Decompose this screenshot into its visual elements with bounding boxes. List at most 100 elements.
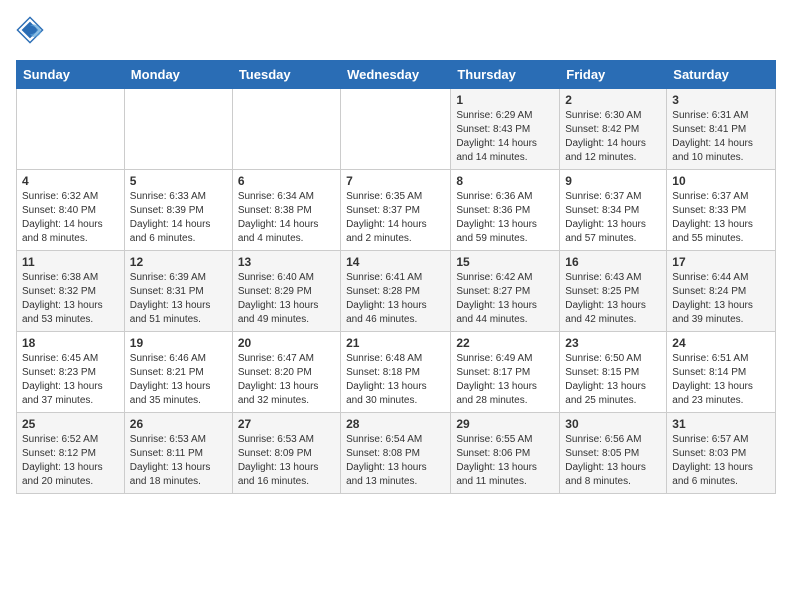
- day-info: Sunrise: 6:51 AMSunset: 8:14 PMDaylight:…: [672, 352, 770, 408]
- calendar-cell: [232, 89, 340, 170]
- day-number: 2: [565, 93, 661, 107]
- page-header: [16, 16, 776, 44]
- day-info: Sunrise: 6:41 AMSunset: 8:28 PMDaylight:…: [346, 271, 445, 327]
- calendar-cell: 21 Sunrise: 6:48 AMSunset: 8:18 PMDayligh…: [341, 332, 451, 413]
- day-number: 28: [346, 417, 445, 431]
- day-info: Sunrise: 6:52 AMSunset: 8:12 PMDaylight:…: [22, 433, 119, 489]
- calendar-cell: 12 Sunrise: 6:39 AMSunset: 8:31 PMDayligh…: [124, 251, 232, 332]
- logo: [16, 16, 48, 44]
- day-info: Sunrise: 6:44 AMSunset: 8:24 PMDaylight:…: [672, 271, 770, 327]
- day-number: 3: [672, 93, 770, 107]
- day-number: 19: [130, 336, 227, 350]
- calendar-cell: 20Sunrise: 6:47 AMSunset: 8:20 PMDayligh…: [232, 332, 340, 413]
- day-info: Sunrise: 6:40 AMSunset: 8:29 PMDaylight:…: [238, 271, 335, 327]
- day-info: Sunrise: 6:54 AMSunset: 8:08 PMDaylight:…: [346, 433, 445, 489]
- day-number: 22: [456, 336, 554, 350]
- day-info: Sunrise: 6:42 AMSunset: 8:27 PMDaylight:…: [456, 271, 554, 327]
- day-number: 4: [22, 174, 119, 188]
- day-number: 5: [130, 174, 227, 188]
- day-info: Sunrise: 6:29 AMSunset: 8:43 PMDaylight:…: [456, 109, 554, 165]
- day-info: Sunrise: 6:36 AMSunset: 8:36 PMDaylight:…: [456, 190, 554, 246]
- day-info: Sunrise: 6:48 AMSunset: 8:18 PMDaylight:…: [346, 352, 445, 408]
- day-number: 30: [565, 417, 661, 431]
- day-number: 13: [238, 255, 335, 269]
- logo-icon: [16, 16, 44, 44]
- day-info: Sunrise: 6:45 AMSunset: 8:23 PMDaylight:…: [22, 352, 119, 408]
- day-info: Sunrise: 6:33 AMSunset: 8:39 PMDaylight:…: [130, 190, 227, 246]
- day-number: 7: [346, 174, 445, 188]
- day-number: 10: [672, 174, 770, 188]
- calendar-cell: 10 Sunrise: 6:37 AMSunset: 8:33 PMDayligh…: [667, 170, 776, 251]
- day-number: 26: [130, 417, 227, 431]
- weekday-header-sunday: Sunday: [17, 61, 125, 89]
- day-info: Sunrise: 6:32 AMSunset: 8:40 PMDaylight:…: [22, 190, 119, 246]
- day-number: 1: [456, 93, 554, 107]
- day-number: 25: [22, 417, 119, 431]
- weekday-header-saturday: Saturday: [667, 61, 776, 89]
- calendar-cell: 17 Sunrise: 6:44 AMSunset: 8:24 PMDayligh…: [667, 251, 776, 332]
- calendar-cell: 28 Sunrise: 6:54 AMSunset: 8:08 PMDayligh…: [341, 413, 451, 494]
- calendar-cell: 8 Sunrise: 6:36 AMSunset: 8:36 PMDaylight…: [451, 170, 560, 251]
- day-info: Sunrise: 6:37 AMSunset: 8:34 PMDaylight:…: [565, 190, 661, 246]
- day-number: 8: [456, 174, 554, 188]
- calendar-cell: 9 Sunrise: 6:37 AMSunset: 8:34 PMDaylight…: [560, 170, 667, 251]
- calendar-cell: 30 Sunrise: 6:56 AMSunset: 8:05 PMDayligh…: [560, 413, 667, 494]
- day-info: Sunrise: 6:46 AMSunset: 8:21 PMDaylight:…: [130, 352, 227, 408]
- day-number: 21: [346, 336, 445, 350]
- day-number: 29: [456, 417, 554, 431]
- day-info: Sunrise: 6:35 AMSunset: 8:37 PMDaylight:…: [346, 190, 445, 246]
- weekday-header-thursday: Thursday: [451, 61, 560, 89]
- day-info: Sunrise: 6:43 AMSunset: 8:25 PMDaylight:…: [565, 271, 661, 327]
- calendar-cell: 14 Sunrise: 6:41 AMSunset: 8:28 PMDayligh…: [341, 251, 451, 332]
- calendar-cell: 3Sunrise: 6:31 AMSunset: 8:41 PMDaylight…: [667, 89, 776, 170]
- weekday-header-tuesday: Tuesday: [232, 61, 340, 89]
- calendar-cell: 11 Sunrise: 6:38 AMSunset: 8:32 PMDayligh…: [17, 251, 125, 332]
- day-info: Sunrise: 6:56 AMSunset: 8:05 PMDaylight:…: [565, 433, 661, 489]
- day-number: 11: [22, 255, 119, 269]
- calendar-cell: 26Sunrise: 6:53 AMSunset: 8:11 PMDayligh…: [124, 413, 232, 494]
- calendar-cell: 23Sunrise: 6:50 AMSunset: 8:15 PMDayligh…: [560, 332, 667, 413]
- day-info: Sunrise: 6:30 AMSunset: 8:42 PMDaylight:…: [565, 109, 661, 165]
- day-number: 16: [565, 255, 661, 269]
- day-number: 18: [22, 336, 119, 350]
- day-info: Sunrise: 6:57 AMSunset: 8:03 PMDaylight:…: [672, 433, 770, 489]
- calendar-cell: 22 Sunrise: 6:49 AMSunset: 8:17 PMDayligh…: [451, 332, 560, 413]
- day-number: 14: [346, 255, 445, 269]
- calendar-cell: 13 Sunrise: 6:40 AMSunset: 8:29 PMDayligh…: [232, 251, 340, 332]
- day-number: 17: [672, 255, 770, 269]
- day-info: Sunrise: 6:47 AMSunset: 8:20 PMDaylight:…: [238, 352, 335, 408]
- calendar-week-row: 25 Sunrise: 6:52 AMSunset: 8:12 PMDayligh…: [17, 413, 776, 494]
- day-number: 27: [238, 417, 335, 431]
- calendar-cell: 1 Sunrise: 6:29 AMSunset: 8:43 PMDaylight…: [451, 89, 560, 170]
- calendar-cell: 31 Sunrise: 6:57 AMSunset: 8:03 PMDayligh…: [667, 413, 776, 494]
- day-number: 31: [672, 417, 770, 431]
- calendar-cell: 6Sunrise: 6:34 AMSunset: 8:38 PMDaylight…: [232, 170, 340, 251]
- calendar-cell: [17, 89, 125, 170]
- day-info: Sunrise: 6:49 AMSunset: 8:17 PMDaylight:…: [456, 352, 554, 408]
- day-info: Sunrise: 6:39 AMSunset: 8:31 PMDaylight:…: [130, 271, 227, 327]
- calendar-cell: [341, 89, 451, 170]
- day-info: Sunrise: 6:55 AMSunset: 8:06 PMDaylight:…: [456, 433, 554, 489]
- calendar-cell: 27 Sunrise: 6:53 AMSunset: 8:09 PMDayligh…: [232, 413, 340, 494]
- calendar-cell: 19 Sunrise: 6:46 AMSunset: 8:21 PMDayligh…: [124, 332, 232, 413]
- calendar-cell: 18 Sunrise: 6:45 AMSunset: 8:23 PMDayligh…: [17, 332, 125, 413]
- calendar-cell: 7 Sunrise: 6:35 AMSunset: 8:37 PMDaylight…: [341, 170, 451, 251]
- calendar-cell: 15 Sunrise: 6:42 AMSunset: 8:27 PMDayligh…: [451, 251, 560, 332]
- day-number: 15: [456, 255, 554, 269]
- weekday-header-row: SundayMondayTuesdayWednesdayThursdayFrid…: [17, 61, 776, 89]
- calendar-cell: 5 Sunrise: 6:33 AMSunset: 8:39 PMDaylight…: [124, 170, 232, 251]
- calendar-cell: 2 Sunrise: 6:30 AMSunset: 8:42 PMDaylight…: [560, 89, 667, 170]
- day-info: Sunrise: 6:38 AMSunset: 8:32 PMDaylight:…: [22, 271, 119, 327]
- day-number: 9: [565, 174, 661, 188]
- calendar-cell: [124, 89, 232, 170]
- day-info: Sunrise: 6:37 AMSunset: 8:33 PMDaylight:…: [672, 190, 770, 246]
- calendar-cell: 29 Sunrise: 6:55 AMSunset: 8:06 PMDayligh…: [451, 413, 560, 494]
- calendar-week-row: 1 Sunrise: 6:29 AMSunset: 8:43 PMDaylight…: [17, 89, 776, 170]
- day-number: 24: [672, 336, 770, 350]
- calendar-cell: 25 Sunrise: 6:52 AMSunset: 8:12 PMDayligh…: [17, 413, 125, 494]
- calendar-week-row: 11 Sunrise: 6:38 AMSunset: 8:32 PMDayligh…: [17, 251, 776, 332]
- calendar-cell: 24 Sunrise: 6:51 AMSunset: 8:14 PMDayligh…: [667, 332, 776, 413]
- day-number: 6: [238, 174, 335, 188]
- day-info: Sunrise: 6:53 AMSunset: 8:09 PMDaylight:…: [238, 433, 335, 489]
- day-number: 12: [130, 255, 227, 269]
